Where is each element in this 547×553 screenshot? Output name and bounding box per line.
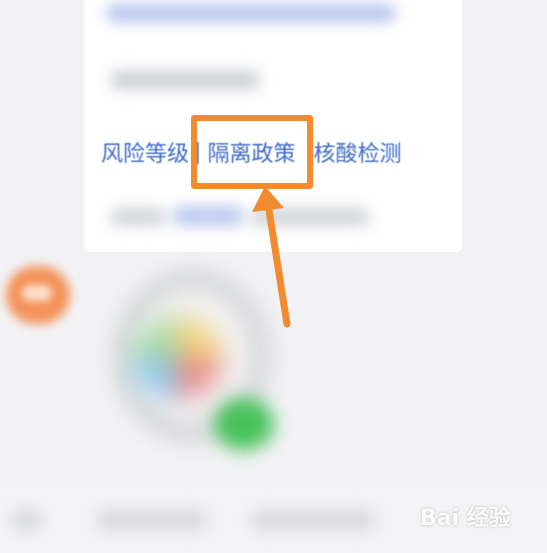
blurred-link-text xyxy=(106,4,396,22)
bottom-tab-2[interactable] xyxy=(96,510,206,530)
bottom-tab-1[interactable] xyxy=(12,510,42,530)
side-service-icon-mark xyxy=(22,285,52,301)
risk-level-link[interactable]: 风险等级 xyxy=(101,136,189,168)
blurred-caption-text-2 xyxy=(250,208,370,226)
blurred-caption-link xyxy=(172,206,244,226)
blurred-caption-text xyxy=(110,208,166,226)
policy-menu: 风险等级 | 隔离政策 核酸检测 xyxy=(101,136,401,168)
nucleic-test-link[interactable]: 核酸检测 xyxy=(313,136,401,168)
bottom-tab-3[interactable] xyxy=(252,510,374,530)
menu-divider: | xyxy=(194,139,202,165)
quarantine-policy-link[interactable]: 隔离政策 xyxy=(207,136,295,168)
blurred-heading-text xyxy=(110,70,260,90)
green-action-icon[interactable] xyxy=(214,398,274,450)
info-card xyxy=(84,0,462,252)
blurred-logo-graphic xyxy=(132,318,222,398)
